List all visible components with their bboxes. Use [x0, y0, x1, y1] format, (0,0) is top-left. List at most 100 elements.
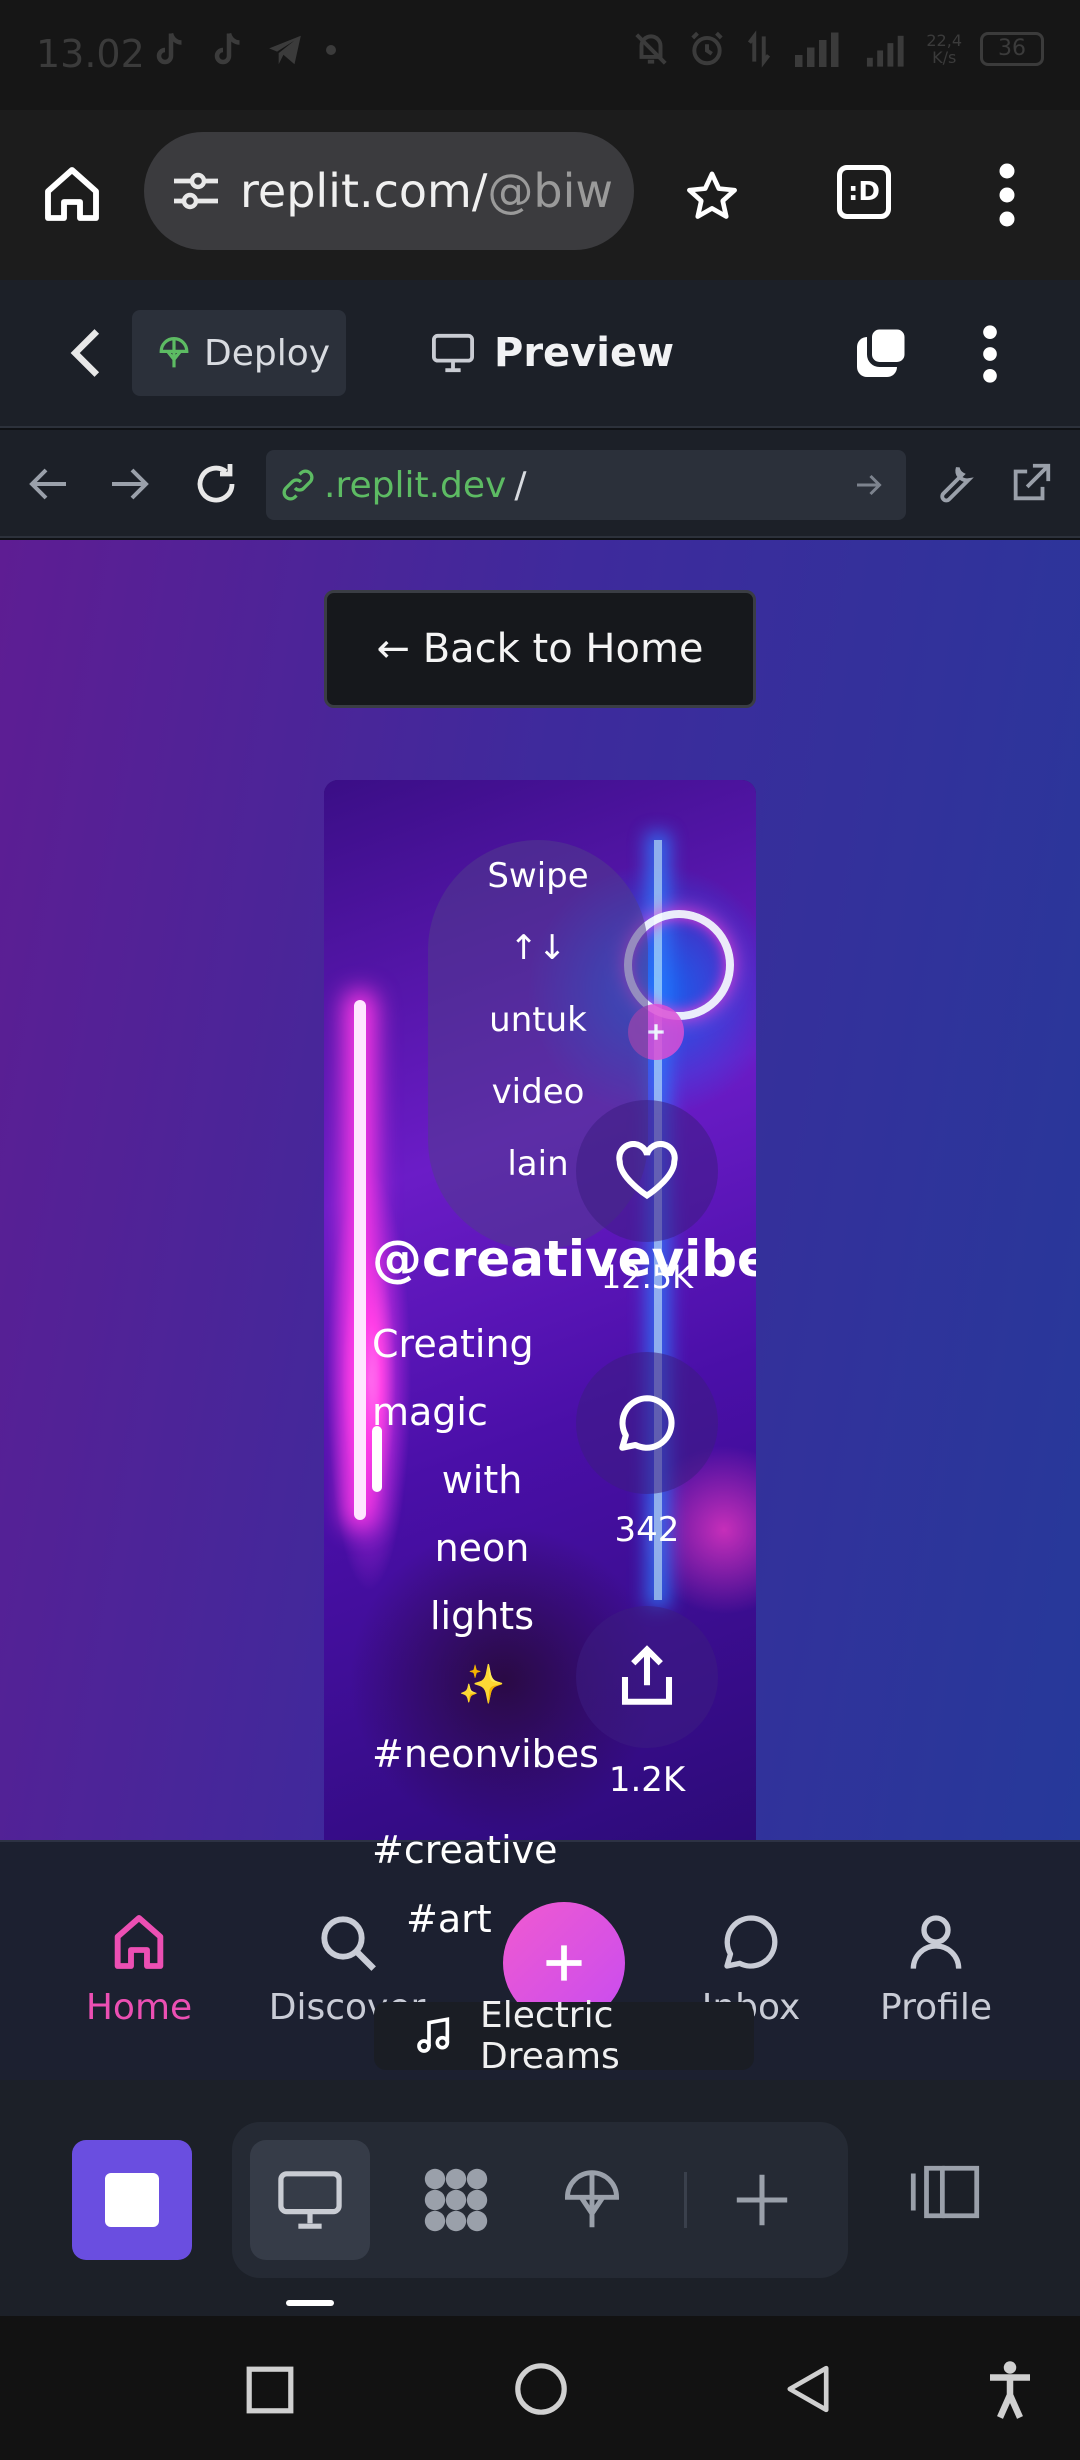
workspace-tool-button[interactable] [396, 2140, 516, 2260]
caption-line: lights [429, 1594, 535, 1638]
video-username[interactable]: @creativevibe [372, 1230, 756, 1288]
deploy-tool-button[interactable] [532, 2140, 652, 2260]
nav-profile-label: Profile [880, 1987, 992, 2028]
back-chevron-icon[interactable] [66, 326, 106, 380]
add-tool-button[interactable] [702, 2140, 822, 2260]
url-path: @biw [487, 164, 613, 218]
selection-indicator [286, 2300, 334, 2306]
search-icon [262, 1897, 432, 1987]
deploy-icon [158, 335, 190, 371]
nav-home[interactable]: Home [54, 1897, 224, 2028]
more-options-icon[interactable] [994, 162, 1020, 228]
net-speed: 22,4 K/s [926, 32, 962, 66]
back-triangle-icon[interactable] [782, 2362, 834, 2416]
chat-icon [666, 1897, 836, 1987]
recents-icon[interactable] [244, 2364, 296, 2416]
link-icon [280, 467, 316, 503]
progress-indicator [372, 1426, 382, 1492]
arrow-right-icon[interactable] [108, 464, 152, 504]
heart-icon [616, 1141, 678, 1200]
tabs-icon[interactable] [852, 322, 912, 382]
net-speed-value: 22,4 [926, 31, 962, 50]
hashtag[interactable]: #creative [372, 1828, 558, 1872]
user-icon [851, 1897, 1021, 1987]
arrow-left-icon[interactable] [26, 464, 70, 504]
monitor-icon [278, 2171, 342, 2229]
stop-button[interactable] [72, 2140, 192, 2260]
go-arrow-icon[interactable] [854, 470, 884, 500]
nav-home-label: Home [85, 1987, 193, 2028]
preview-url-bar: .replit.dev / [0, 430, 1080, 538]
site-settings-icon[interactable] [170, 169, 222, 213]
panel-toggle-icon[interactable] [908, 2160, 982, 2224]
mute-icon [632, 30, 670, 68]
swipe-hint-line: Swipe [487, 856, 589, 896]
caption-line: Creating [372, 1322, 534, 1366]
replit-header: Deploy Preview [0, 280, 1080, 428]
url-host: replit.com/ [240, 164, 488, 218]
status-time: 13.02 [36, 32, 145, 76]
home-icon[interactable] [40, 162, 104, 226]
bookmark-star-icon[interactable] [684, 168, 740, 224]
monitor-icon [430, 332, 476, 374]
system-navigation-bar [0, 2316, 1080, 2460]
status-bar: 13.02 22,4 K/s 36 [0, 0, 1080, 110]
more-options-icon[interactable] [978, 324, 1002, 384]
app-bottom-nav: #creative #art Home Discover Inbox Profi… [0, 1828, 1080, 2080]
video-hashtags: #neonvibes [372, 1720, 599, 1788]
tiktok-icon [208, 30, 244, 70]
swipe-hint-line: untuk [489, 1000, 587, 1040]
caption-line: neon [434, 1526, 530, 1570]
replit-toolbar [0, 2080, 1080, 2316]
wrench-icon[interactable] [930, 460, 976, 506]
preview-url-field[interactable]: .replit.dev / [266, 450, 906, 520]
signal-icon [864, 30, 908, 68]
home-icon [54, 1897, 224, 1987]
neon-light [354, 1000, 366, 1520]
divider [684, 2172, 687, 2228]
telegram-icon [266, 32, 304, 68]
preview-tool-button[interactable] [250, 2140, 370, 2260]
preview-domain: .replit.dev [324, 464, 507, 506]
notification-icons [150, 30, 336, 70]
preview-path: / [514, 464, 527, 506]
comment-button[interactable] [576, 1352, 718, 1494]
open-external-icon[interactable] [1008, 460, 1054, 506]
accessibility-icon[interactable] [984, 2360, 1036, 2420]
video-feed[interactable]: Swipe ↑↓ untuk video lain 12.5K @creativ… [324, 780, 756, 1840]
now-playing[interactable]: Electric Dreams [374, 1995, 754, 2077]
tiktok-icon [150, 30, 186, 70]
battery-icon: 36 [980, 32, 1044, 66]
deploy-button[interactable]: Deploy [132, 310, 346, 396]
app-preview: ← Back to Home Swipe ↑↓ untuk video lain… [0, 540, 1080, 1840]
data-transfer-icon [744, 30, 774, 68]
like-button[interactable] [576, 1100, 718, 1242]
music-note-icon [414, 2016, 454, 2056]
net-speed-unit: K/s [932, 48, 957, 67]
preview-tab[interactable]: Preview [430, 310, 674, 396]
plus-icon [736, 2174, 788, 2226]
dot-icon [326, 45, 336, 55]
caption-line: ✨ [458, 1662, 506, 1706]
plus-icon [546, 1945, 582, 1981]
music-title: Electric Dreams [480, 1995, 620, 2077]
tab-switcher-button[interactable]: :D [837, 165, 891, 219]
system-icons: 22,4 K/s 36 [632, 30, 1044, 68]
home-circle-icon[interactable] [512, 2360, 570, 2418]
hashtag[interactable]: #neonvibes [372, 1720, 599, 1788]
signal-icon [792, 30, 846, 68]
nav-profile[interactable]: Profile [851, 1897, 1021, 2028]
comment-count: 342 [614, 1510, 680, 1550]
address-bar[interactable]: replit.com/@biw [144, 132, 634, 250]
back-to-home-button[interactable]: ← Back to Home [324, 590, 756, 708]
deploy-label: Deploy [204, 332, 331, 374]
apps-grid-icon [424, 2168, 488, 2232]
caption-line: magic [372, 1390, 488, 1434]
reload-icon[interactable] [192, 460, 240, 508]
deploy-icon [564, 2170, 620, 2228]
tool-group [232, 2122, 848, 2278]
comment-icon [619, 1395, 675, 1451]
browser-toolbar: replit.com/@biw :D [0, 110, 1080, 280]
swipe-hint-line: ↑↓ [509, 928, 567, 968]
video-caption: Creating magic with neon lights ✨ [372, 1310, 592, 1718]
